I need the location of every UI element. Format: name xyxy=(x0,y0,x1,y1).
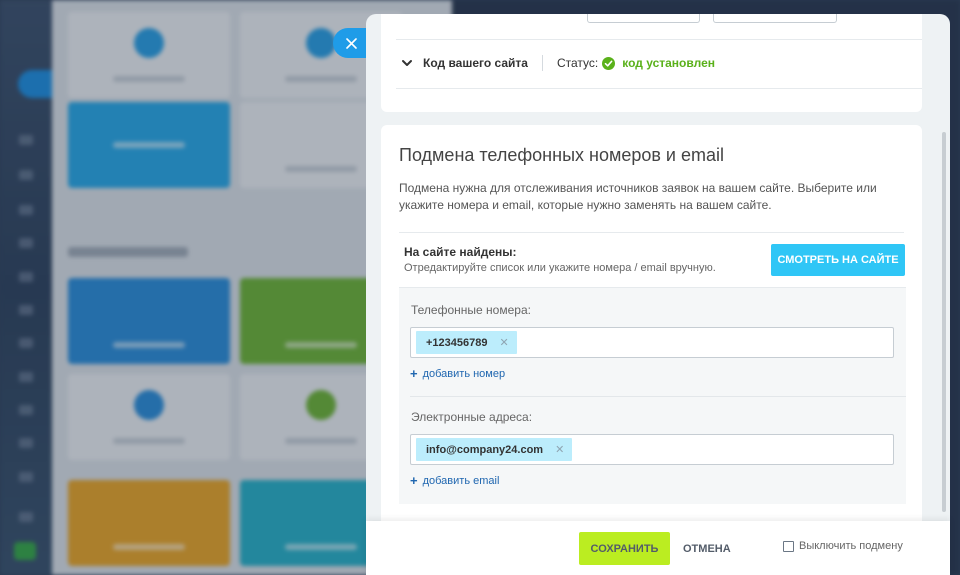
emails-input[interactable]: info@company24.com ✕ xyxy=(410,434,894,465)
add-email-link[interactable]: + добавить email xyxy=(410,473,499,488)
found-title: На сайте найдены: xyxy=(404,245,517,259)
email-tag: info@company24.com ✕ xyxy=(416,438,573,461)
view-on-site-button[interactable]: СМОТРЕТЬ НА САЙТЕ xyxy=(771,244,905,276)
phones-input[interactable]: +123456789 ✕ xyxy=(410,327,894,358)
scrollbar[interactable] xyxy=(942,132,946,512)
check-circle-icon xyxy=(602,56,616,70)
email-tag-text: info@company24.com xyxy=(426,443,544,456)
slider-footer: СОХРАНИТЬ ОТМЕНА Выключить подмену xyxy=(366,521,950,575)
phones-label: Телефонные номера: xyxy=(411,303,531,317)
divider xyxy=(541,55,543,71)
cancel-button[interactable]: ОТМЕНА xyxy=(683,532,731,565)
plus-icon: + xyxy=(410,366,418,381)
add-phone-link[interactable]: + добавить номер xyxy=(410,366,505,381)
status-label: Статус: xyxy=(556,56,599,70)
phone-tag: +123456789 ✕ xyxy=(416,331,517,354)
section-title: Подмена телефонных номеров и email xyxy=(399,145,724,165)
site-code-label[interactable]: Код вашего сайта xyxy=(423,56,528,70)
site-code-card: Код вашего сайта Статус: код установлен xyxy=(381,14,922,112)
remove-tag-icon[interactable]: ✕ xyxy=(555,443,564,456)
close-icon xyxy=(345,37,357,49)
input-stub xyxy=(587,14,700,23)
section-description: Подмена нужна для отслеживания источнико… xyxy=(399,181,877,212)
status-value: код установлен xyxy=(622,56,715,70)
disable-substitution-label[interactable]: Выключить подмену xyxy=(799,540,903,552)
remove-tag-icon[interactable]: ✕ xyxy=(499,336,508,349)
add-email-label[interactable]: добавить email xyxy=(423,475,500,487)
plus-icon: + xyxy=(410,473,418,488)
phone-tag-text: +123456789 xyxy=(426,336,488,349)
settings-slider: Код вашего сайта Статус: код установлен … xyxy=(366,14,950,575)
save-button[interactable]: СОХРАНИТЬ xyxy=(579,532,670,565)
add-phone-label[interactable]: добавить номер xyxy=(423,368,506,380)
disable-substitution-checkbox[interactable] xyxy=(783,540,794,552)
contacts-editor: Телефонные номера: +123456789 ✕ + добави… xyxy=(399,287,906,504)
substitution-card: Подмена телефонных номеров и email Подме… xyxy=(381,125,922,535)
emails-label: Электронные адреса: xyxy=(411,410,533,424)
disable-substitution-option[interactable]: Выключить подмену xyxy=(783,540,903,552)
chevron-down-icon[interactable] xyxy=(401,57,413,69)
found-subtitle: Отредактируйте список или укажите номера… xyxy=(404,262,716,274)
site-code-row[interactable]: Код вашего сайта Статус: код установлен xyxy=(401,55,715,71)
input-stub xyxy=(713,14,837,23)
